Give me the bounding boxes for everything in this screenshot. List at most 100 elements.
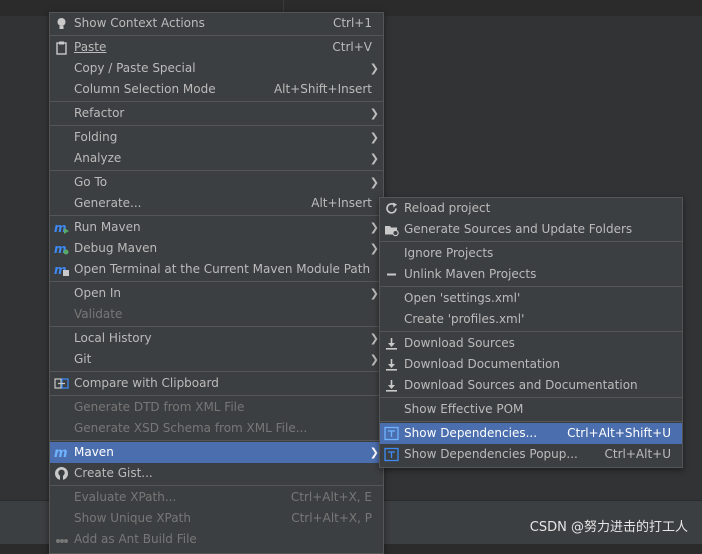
menu-item-reload-project[interactable]: Reload project — [380, 198, 682, 219]
menu-item-column-selection-mode[interactable]: Column Selection Mode Alt+Shift+Insert — [50, 79, 383, 100]
shortcut-text: Ctrl+Alt+X, E — [290, 490, 372, 504]
chevron-right-icon: ❯ — [369, 62, 379, 75]
menu-item-label: Show Unique XPath — [74, 511, 191, 525]
menu-item-label: Compare with Clipboard — [74, 376, 219, 390]
menu-item-label: Show Context Actions — [74, 16, 205, 30]
menu-item-download-sources[interactable]: Download Sources — [380, 333, 682, 354]
menu-item-label: Download Documentation — [404, 357, 560, 371]
menu-item-maven[interactable]: m Maven ❯ — [50, 442, 383, 463]
menu-item-download-sources-and-docs[interactable]: Download Sources and Documentation — [380, 375, 682, 396]
menu-item-show-effective-pom[interactable]: Show Effective POM — [380, 399, 682, 420]
chevron-right-icon: ❯ — [369, 287, 379, 300]
dependencies-diagram-icon — [384, 426, 399, 441]
menu-item-label: Debug Maven — [74, 241, 158, 255]
menu-item-generate-dtd: Generate DTD from XML File — [50, 397, 383, 418]
chevron-right-icon: ❯ — [369, 176, 379, 189]
menu-item-debug-maven[interactable]: m Debug Maven ❯ — [50, 238, 383, 259]
menu-item-open-in[interactable]: Open In ❯ — [50, 283, 383, 304]
menu-item-unlink-maven-projects[interactable]: Unlink Maven Projects — [380, 264, 682, 285]
menu-separator — [50, 485, 383, 486]
menu-item-label: Download Sources and Documentation — [404, 378, 638, 392]
chevron-right-icon: ❯ — [369, 353, 379, 366]
menu-item-show-dependencies[interactable]: Show Dependencies... Ctrl+Alt+Shift+U — [380, 423, 682, 444]
menu-separator — [380, 331, 682, 332]
menu-item-validate: Validate — [50, 304, 383, 325]
menu-separator — [50, 395, 383, 396]
menu-separator — [380, 286, 682, 287]
download-icon — [384, 357, 399, 372]
shortcut-text: Alt+Shift+Insert — [273, 82, 372, 96]
shortcut-text: Ctrl+Alt+Shift+U — [567, 426, 671, 440]
watermark-text: CSDN @努力进击的打工人 — [529, 520, 688, 535]
menu-separator — [50, 35, 383, 36]
menu-separator — [50, 101, 383, 102]
menu-item-label: Local History — [74, 331, 152, 345]
refresh-icon — [384, 201, 399, 216]
menu-separator — [380, 421, 682, 422]
menu-item-label: Create 'profiles.xml' — [404, 312, 525, 326]
menu-item-label: Folding — [74, 130, 118, 144]
menu-separator — [50, 440, 383, 441]
maven-terminal-icon: m — [54, 262, 69, 277]
menu-item-git[interactable]: Git ❯ — [50, 349, 383, 370]
menu-item-label: Column Selection Mode — [74, 82, 216, 96]
menu-item-create-profiles-xml[interactable]: Create 'profiles.xml' — [380, 309, 682, 330]
menu-item-label: Run Maven — [74, 220, 141, 234]
menu-item-label: Refactor — [74, 106, 125, 120]
menu-separator — [380, 241, 682, 242]
menu-item-run-maven[interactable]: m Run Maven ❯ — [50, 217, 383, 238]
chevron-right-icon: ❯ — [369, 446, 379, 459]
menu-item-compare-clipboard[interactable]: Compare with Clipboard — [50, 373, 383, 394]
menu-separator — [50, 170, 383, 171]
menu-item-evaluate-xpath: Evaluate XPath... Ctrl+Alt+X, E — [50, 487, 383, 508]
chevron-right-icon: ❯ — [369, 242, 379, 255]
menu-item-open-terminal-maven[interactable]: m Open Terminal at the Current Maven Mod… — [50, 259, 383, 280]
menu-item-open-settings-xml[interactable]: Open 'settings.xml' — [380, 288, 682, 309]
menu-item-label: Reload project — [404, 201, 491, 215]
menu-item-label: Validate — [74, 307, 123, 321]
menu-item-show-dependencies-popup[interactable]: Show Dependencies Popup... Ctrl+Alt+U — [380, 444, 682, 465]
menu-item-copy-paste-special[interactable]: Copy / Paste Special ❯ — [50, 58, 383, 79]
menu-separator — [50, 281, 383, 282]
menu-item-generate-sources[interactable]: Generate Sources and Update Folders — [380, 219, 682, 240]
compare-icon — [54, 376, 69, 391]
menu-item-label: Show Dependencies Popup... — [404, 447, 578, 461]
menu-separator — [50, 215, 383, 216]
menu-item-local-history[interactable]: Local History ❯ — [50, 328, 383, 349]
menu-item-label: Add as Ant Build File — [74, 532, 197, 546]
maven-submenu: Reload project Generate Sources and Upda… — [379, 197, 683, 468]
download-icon — [384, 378, 399, 393]
menu-item-label: Open 'settings.xml' — [404, 291, 521, 305]
menu-item-ignore-projects[interactable]: Ignore Projects — [380, 243, 682, 264]
menu-item-refactor[interactable]: Refactor ❯ — [50, 103, 383, 124]
menu-item-generate[interactable]: Generate... Alt+Insert — [50, 193, 383, 214]
dependencies-diagram-icon — [384, 447, 399, 462]
menu-item-show-context-actions[interactable]: Show Context Actions Ctrl+1 — [50, 13, 383, 34]
lightbulb-icon — [54, 16, 69, 31]
menu-item-go-to[interactable]: Go To ❯ — [50, 172, 383, 193]
menu-separator — [380, 397, 682, 398]
clipboard-icon — [54, 40, 69, 55]
menu-item-show-unique-xpath: Show Unique XPath Ctrl+Alt+X, P — [50, 508, 383, 529]
menu-item-label: Open In — [74, 286, 122, 300]
maven-run-icon: m — [54, 220, 69, 235]
menu-separator — [50, 125, 383, 126]
menu-item-label: Generate Sources and Update Folders — [404, 222, 633, 236]
menu-item-download-documentation[interactable]: Download Documentation — [380, 354, 682, 375]
menu-item-label: Maven — [74, 445, 114, 459]
menu-item-label: Analyze — [74, 151, 122, 165]
shortcut-text: Ctrl+V — [332, 40, 372, 54]
menu-item-folding[interactable]: Folding ❯ — [50, 127, 383, 148]
menu-item-label: Generate DTD from XML File — [74, 400, 245, 414]
menu-item-label: Open Terminal at the Current Maven Modul… — [74, 262, 371, 276]
download-icon — [384, 336, 399, 351]
menu-item-create-gist[interactable]: Create Gist... — [50, 463, 383, 484]
chevron-right-icon: ❯ — [369, 332, 379, 345]
menu-item-paste[interactable]: Paste Ctrl+V — [50, 37, 383, 58]
menu-item-analyze[interactable]: Analyze ❯ — [50, 148, 383, 169]
chevron-right-icon: ❯ — [369, 152, 379, 165]
menu-item-label: Generate XSD Schema from XML File... — [74, 421, 308, 435]
shortcut-text: Ctrl+1 — [332, 16, 372, 30]
chevron-right-icon: ❯ — [369, 221, 379, 234]
chevron-right-icon: ❯ — [369, 107, 379, 120]
